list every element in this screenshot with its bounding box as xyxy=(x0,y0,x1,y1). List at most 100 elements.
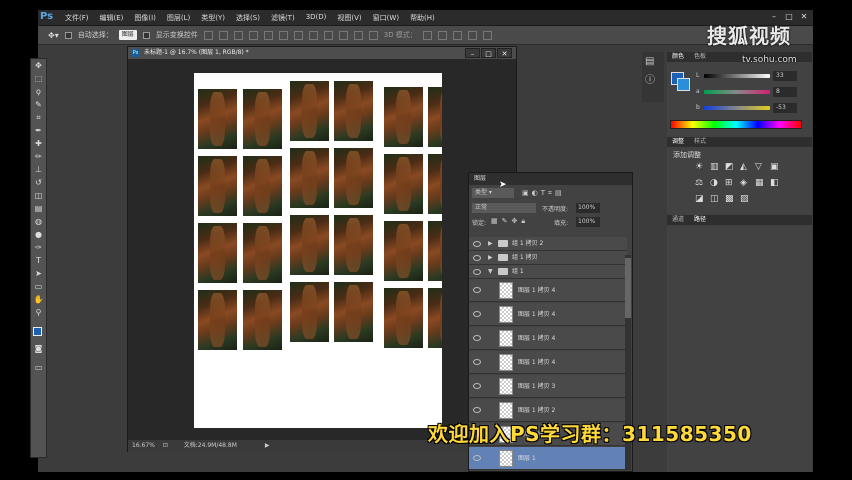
layer-row[interactable]: 图层 1 拷贝 3 xyxy=(469,375,627,398)
crop-icon[interactable]: ⌗ xyxy=(31,111,46,124)
visibility-eye-icon[interactable] xyxy=(473,359,481,365)
panel-icon-info[interactable]: ⓘ xyxy=(645,71,661,86)
layer-row[interactable]: 图层 1 xyxy=(469,447,627,470)
align-center-icon[interactable] xyxy=(263,30,273,40)
tab-color[interactable]: 颜色 xyxy=(672,52,684,62)
adjustment-icon[interactable]: ☀ xyxy=(695,162,710,172)
3d-slide-icon[interactable] xyxy=(467,30,477,40)
menu-item[interactable]: 图层(L) xyxy=(167,13,190,23)
pen-icon[interactable]: ✑ xyxy=(31,241,46,254)
tab-swatches[interactable]: 色板 xyxy=(694,52,706,62)
adjustment-icon[interactable]: ◪ xyxy=(695,194,710,204)
doc-maximize-button[interactable]: □ xyxy=(481,48,496,58)
a-value[interactable]: 8 xyxy=(773,87,797,97)
screen-mode-icon[interactable]: ▭ xyxy=(31,361,46,374)
adjustment-icon[interactable]: ⚖ xyxy=(695,178,710,188)
expanded-arrow-icon[interactable]: ▼ xyxy=(488,265,493,279)
layer-filter-icons[interactable]: ▣◐T⌗▤ xyxy=(522,189,565,198)
adjustment-icon[interactable]: ▦ xyxy=(755,178,770,188)
layers-panel-tab[interactable]: 图层 xyxy=(469,173,632,185)
menu-item[interactable]: 视图(V) xyxy=(337,13,361,23)
zoom-level[interactable]: 16.67% xyxy=(132,442,155,449)
menu-item[interactable]: 类型(Y) xyxy=(201,13,225,23)
type-icon[interactable]: T xyxy=(31,254,46,267)
menu-item[interactable]: 文件(F) xyxy=(65,13,89,23)
background-color-swatch[interactable] xyxy=(39,333,48,342)
visibility-eye-icon[interactable] xyxy=(473,240,481,247)
adjustment-icon[interactable]: ▣ xyxy=(770,162,785,172)
blend-mode-dropdown[interactable]: 正常 xyxy=(472,203,536,213)
marquee-icon[interactable]: ⬚ xyxy=(31,72,46,85)
hand-icon[interactable]: ✋ xyxy=(31,293,46,306)
distribute-top-icon[interactable] xyxy=(293,30,303,40)
move-tool-preset-icon[interactable]: ✥▾ xyxy=(48,31,59,40)
doc-minimize-button[interactable]: – xyxy=(465,48,480,58)
tab-styles[interactable]: 样式 xyxy=(694,137,706,147)
visibility-eye-icon[interactable] xyxy=(473,268,481,275)
adjustment-icon[interactable]: ◑ xyxy=(710,178,725,188)
gradient-icon[interactable]: ▤ xyxy=(31,202,46,215)
distribute-bottom-icon[interactable] xyxy=(323,30,333,40)
collapsed-arrow-icon[interactable]: ▶ xyxy=(488,251,493,265)
adjustment-icon[interactable]: ▨ xyxy=(740,194,755,204)
layer-group-row[interactable]: ▶ 组 1 拷贝 2 xyxy=(469,237,627,251)
distribute-right-icon[interactable] xyxy=(368,30,378,40)
menu-item[interactable]: 编辑(E) xyxy=(100,13,124,23)
lock-icons[interactable]: ▦✎✥🔒︎ xyxy=(491,217,529,226)
adjustment-icon[interactable]: ◈ xyxy=(740,178,755,188)
close-button[interactable]: ✕ xyxy=(798,12,810,22)
quick-mask-icon[interactable]: ◙ xyxy=(31,342,46,355)
align-left-icon[interactable] xyxy=(248,30,258,40)
layer-row[interactable]: 图层 1 拷贝 4 xyxy=(469,351,627,374)
layer-row[interactable]: 图层 1 拷贝 4 xyxy=(469,303,627,326)
visibility-eye-icon[interactable] xyxy=(473,254,481,261)
collapsed-arrow-icon[interactable]: ▶ xyxy=(488,237,493,251)
visibility-eye-icon[interactable] xyxy=(473,383,481,389)
layer-filter-dropdown[interactable]: 类型 ▾ xyxy=(472,188,514,198)
L-slider[interactable] xyxy=(704,74,770,78)
brush-icon[interactable]: ✏ xyxy=(31,150,46,163)
quick-select-icon[interactable]: ✎ xyxy=(31,98,46,111)
align-top-icon[interactable] xyxy=(203,30,213,40)
adjustment-icon[interactable]: ▩ xyxy=(725,194,740,204)
tab-adjustments[interactable]: 调整 xyxy=(672,137,684,147)
layer-row[interactable]: 图层 1 拷贝 4 xyxy=(469,279,627,302)
opacity-field[interactable]: 100% xyxy=(576,203,600,213)
visibility-eye-icon[interactable] xyxy=(473,311,481,317)
menu-item[interactable]: 图像(I) xyxy=(134,13,156,23)
3d-pan-icon[interactable] xyxy=(452,30,462,40)
adjustment-icon[interactable]: ◭ xyxy=(740,162,755,172)
color-spectrum-bar[interactable] xyxy=(670,120,802,129)
a-slider[interactable] xyxy=(704,90,770,94)
auto-select-dropdown[interactable]: 图层 xyxy=(118,30,137,40)
menu-item[interactable]: 选择(S) xyxy=(236,13,260,23)
show-transform-checkbox[interactable] xyxy=(142,31,150,39)
document-tab[interactable]: Ps 未标题-1 @ 16.7% (图层 1, RGB/8) * – □ ✕ xyxy=(128,47,516,59)
layer-group-row[interactable]: ▼ 组 1 xyxy=(469,265,627,279)
adjustment-icon[interactable]: ◫ xyxy=(710,194,725,204)
menu-item[interactable]: 帮助(H) xyxy=(410,13,435,23)
visibility-eye-icon[interactable] xyxy=(473,455,481,461)
layer-group-row[interactable]: ▶ 组 1 拷贝 xyxy=(469,251,627,265)
menu-item[interactable]: 3D(D) xyxy=(306,13,327,23)
3d-rotate-icon[interactable] xyxy=(422,30,432,40)
shape-icon[interactable]: ▭ xyxy=(31,280,46,293)
adjustment-icon[interactable]: ◩ xyxy=(725,162,740,172)
blur-icon[interactable]: ◍ xyxy=(31,215,46,228)
menu-item[interactable]: 滤镜(T) xyxy=(271,13,295,23)
layer-row[interactable]: 图层 1 拷贝 4 xyxy=(469,327,627,350)
menu-item[interactable]: 窗口(W) xyxy=(373,13,399,23)
adjustment-icon[interactable]: ▽ xyxy=(755,162,770,172)
visibility-eye-icon[interactable] xyxy=(473,287,481,293)
visibility-eye-icon[interactable] xyxy=(473,407,481,413)
foreground-color-swatch[interactable] xyxy=(33,327,48,342)
tab-paths[interactable]: 路径 xyxy=(694,215,706,225)
healing-icon[interactable]: ✚ xyxy=(31,137,46,150)
adjustment-icon[interactable]: ▥ xyxy=(710,162,725,172)
status-arrow-icon[interactable]: ▶ xyxy=(265,442,270,449)
lasso-icon[interactable]: ϙ xyxy=(31,85,46,98)
eraser-icon[interactable]: ◫ xyxy=(31,189,46,202)
panel-icon-history[interactable]: ▤ xyxy=(645,56,661,67)
move-icon[interactable]: ✥ xyxy=(31,59,46,72)
align-middle-icon[interactable] xyxy=(218,30,228,40)
